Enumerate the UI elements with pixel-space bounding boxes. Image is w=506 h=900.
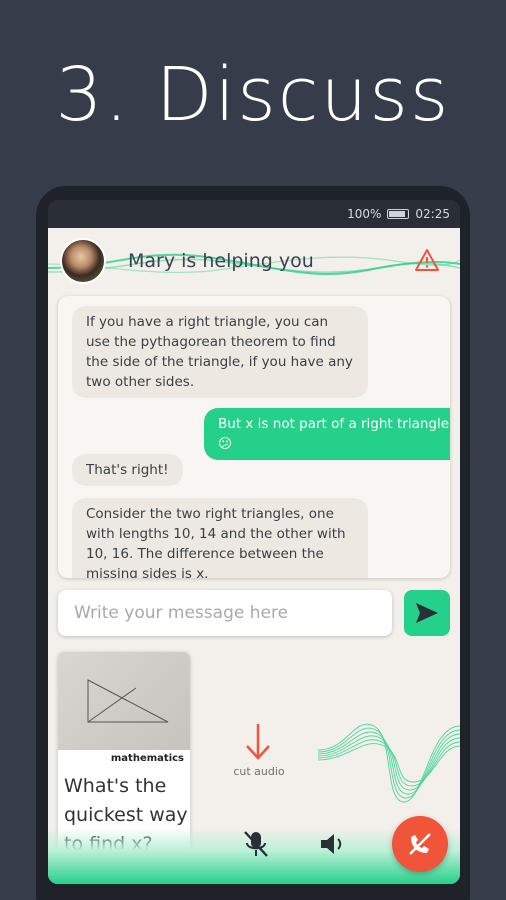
audio-waveform [318,723,460,803]
tutoring-app: Mary is helping you If you have a right … [48,228,460,884]
helper-title: Mary is helping you [128,250,314,272]
hangup-icon [409,833,431,855]
clock: 02:25 [415,207,450,221]
battery-icon [387,209,410,219]
send-icon [416,603,438,623]
mic-off-icon[interactable] [240,828,272,860]
triangle-sketch [87,679,169,723]
hangup-button[interactable] [392,816,448,872]
headline: 3. Discuss [55,52,451,138]
speaker-icon[interactable] [318,830,346,858]
tutor-avatar [60,238,106,284]
arrow-down-icon[interactable] [244,722,272,762]
question-photo [58,652,190,750]
message-tutor: Consider the two right triangles, one wi… [72,498,368,578]
message-tutor: If you have a right triangle, you can us… [72,306,368,398]
chat-log[interactable]: If you have a right triangle, you can us… [58,296,450,578]
message-input-box[interactable] [58,590,392,636]
session-header: Mary is helping you [48,228,460,292]
message-input[interactable] [58,590,392,636]
message-tutor: That's right! [72,454,183,486]
warning-icon[interactable] [414,248,440,272]
battery-percent: 100% [347,207,382,221]
message-student: But x is not part of a right triangle 😕 [204,408,450,460]
subject-tag: mathematics [110,753,184,764]
status-bar: 100% 02:25 [48,200,460,228]
send-button[interactable] [404,590,450,636]
cut-audio-label[interactable]: cut audio [224,765,294,778]
phone-screen: 100% 02:25 Mary is helping you If you ha… [48,200,460,884]
